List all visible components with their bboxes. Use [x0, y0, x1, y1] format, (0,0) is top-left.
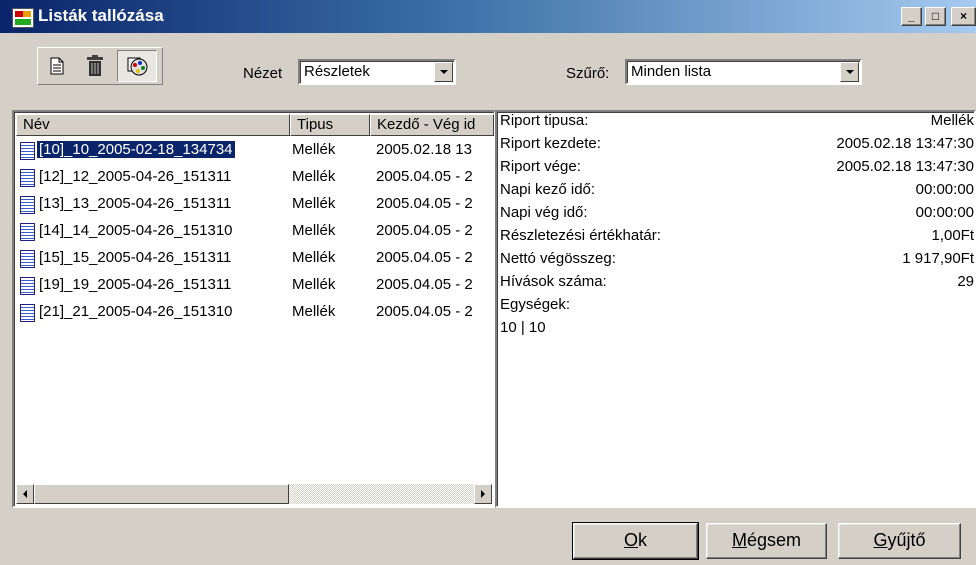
list-item-date: 2005.02.18 13	[376, 141, 472, 158]
list-item-name: [21]_21_2005-04-26_151310	[39, 303, 233, 320]
list-item-name: [19]_19_2005-04-26_151311	[39, 276, 232, 293]
close-button[interactable]: ×	[951, 7, 976, 26]
cancel-button[interactable]: Mégsem	[706, 523, 827, 559]
delete-button[interactable]	[81, 52, 109, 80]
report-list[interactable]: Név Tipus Kezdő - Vég id [10]_10_2005-02…	[12, 110, 496, 508]
filter-label: Szűrő:	[566, 65, 610, 82]
chevron-down-icon	[845, 70, 854, 74]
list-item-name: [13]_13_2005-04-26_151311	[39, 195, 232, 212]
arrow-left-icon	[23, 490, 27, 498]
detail-value-call-count: 29	[957, 273, 974, 290]
cancel-button-label: égsem	[746, 530, 802, 550]
report-file-icon	[20, 250, 35, 268]
list-item-type: Mellék	[292, 195, 336, 212]
detail-label-threshold: Részletezési értékhatár:	[500, 227, 661, 244]
collect-button[interactable]: Gyűjtő	[838, 523, 961, 559]
window-title: Listák tallózása	[38, 6, 164, 25]
detail-value-units: 10 | 10	[500, 319, 546, 336]
report-file-icon	[20, 142, 35, 160]
list-item-type: Mellék	[292, 249, 336, 266]
trash-icon	[87, 55, 103, 76]
minimize-button[interactable]: _	[901, 7, 922, 26]
detail-value-report-end: 2005.02.18 13:47:30	[836, 158, 974, 175]
list-item-date: 2005.04.05 - 2	[376, 276, 473, 293]
list-item-date: 2005.04.05 - 2	[376, 303, 473, 320]
detail-label-call-count: Hívások száma:	[500, 273, 607, 290]
title-bar: Listák tallózása _ □ ×	[0, 0, 976, 33]
list-item-name: [14]_14_2005-04-26_151310	[39, 222, 233, 239]
horizontal-scrollbar[interactable]	[16, 484, 492, 504]
list-item-date: 2005.04.05 - 2	[376, 249, 473, 266]
ok-button-mnemonic: O	[623, 530, 638, 550]
detail-value-net-total: 1 917,90Ft	[902, 250, 974, 267]
view-dropdown-button[interactable]	[434, 62, 453, 82]
palette-button[interactable]	[117, 50, 157, 82]
detail-value-daily-start: 00:00:00	[915, 181, 974, 198]
list-item-date: 2005.04.05 - 2	[376, 168, 473, 185]
report-file-icon	[20, 169, 35, 187]
ok-button-label: k	[638, 530, 647, 550]
chevron-down-icon	[439, 70, 448, 74]
report-file-icon	[20, 277, 35, 295]
view-select-value: Részletek	[304, 63, 370, 80]
maximize-button[interactable]: □	[925, 7, 946, 26]
scroll-left-button[interactable]	[16, 484, 34, 504]
app-icon	[12, 8, 34, 28]
palette-icon	[127, 57, 148, 76]
detail-label-report-start: Riport kezdete:	[500, 135, 601, 152]
detail-value-daily-end: 00:00:00	[915, 204, 974, 221]
scroll-right-button[interactable]	[474, 484, 492, 504]
column-header-name[interactable]: Név	[16, 114, 290, 136]
ok-button[interactable]: Ok	[572, 522, 699, 560]
filter-dropdown-button[interactable]	[840, 62, 859, 82]
list-item-type: Mellék	[292, 276, 336, 293]
detail-value-report-start: 2005.02.18 13:47:30	[836, 135, 974, 152]
new-document-button[interactable]	[43, 52, 71, 80]
detail-label-units: Egységek:	[500, 296, 571, 313]
report-file-icon	[20, 223, 35, 241]
collect-button-mnemonic: G	[873, 530, 888, 550]
detail-label-daily-start: Napi kező idő:	[500, 181, 596, 198]
view-select[interactable]: Részletek	[298, 59, 456, 85]
list-item-name: [15]_15_2005-04-26_151311	[39, 249, 232, 266]
detail-label-report-type: Riport tipusa:	[500, 112, 589, 129]
report-file-icon	[20, 304, 35, 322]
detail-value-report-type: Mellék	[930, 112, 974, 129]
cancel-button-mnemonic: M	[731, 530, 747, 550]
list-item-date: 2005.04.05 - 2	[376, 222, 473, 239]
list-item-name: [10]_10_2005-02-18_134734	[37, 141, 235, 158]
list-item-type: Mellék	[292, 141, 336, 158]
collect-button-label: yűjtő	[887, 530, 926, 550]
scrollbar-thumb[interactable]	[34, 484, 289, 504]
list-item-type: Mellék	[292, 303, 336, 320]
list-item-type: Mellék	[292, 222, 336, 239]
detail-value-threshold: 1,00Ft	[931, 227, 974, 244]
list-item-name: [12]_12_2005-04-26_151311	[39, 168, 232, 185]
detail-label-daily-end: Napi vég idő:	[500, 204, 588, 221]
list-item-date: 2005.04.05 - 2	[376, 195, 473, 212]
arrow-right-icon	[481, 490, 485, 498]
filter-select[interactable]: Minden lista	[625, 59, 862, 85]
list-item-type: Mellék	[292, 168, 336, 185]
column-header-date[interactable]: Kezdő - Vég id	[370, 114, 494, 136]
document-icon	[50, 57, 64, 75]
detail-label-report-end: Riport vége:	[500, 158, 581, 175]
detail-label-net-total: Nettó végösszeg:	[500, 250, 616, 267]
report-file-icon	[20, 196, 35, 214]
report-details-panel: Riport tipusa: Mellék Riport kezdete: 20…	[495, 110, 976, 508]
filter-select-value: Minden lista	[631, 63, 712, 80]
view-label: Nézet	[243, 65, 283, 82]
column-header-type[interactable]: Tipus	[290, 114, 370, 136]
